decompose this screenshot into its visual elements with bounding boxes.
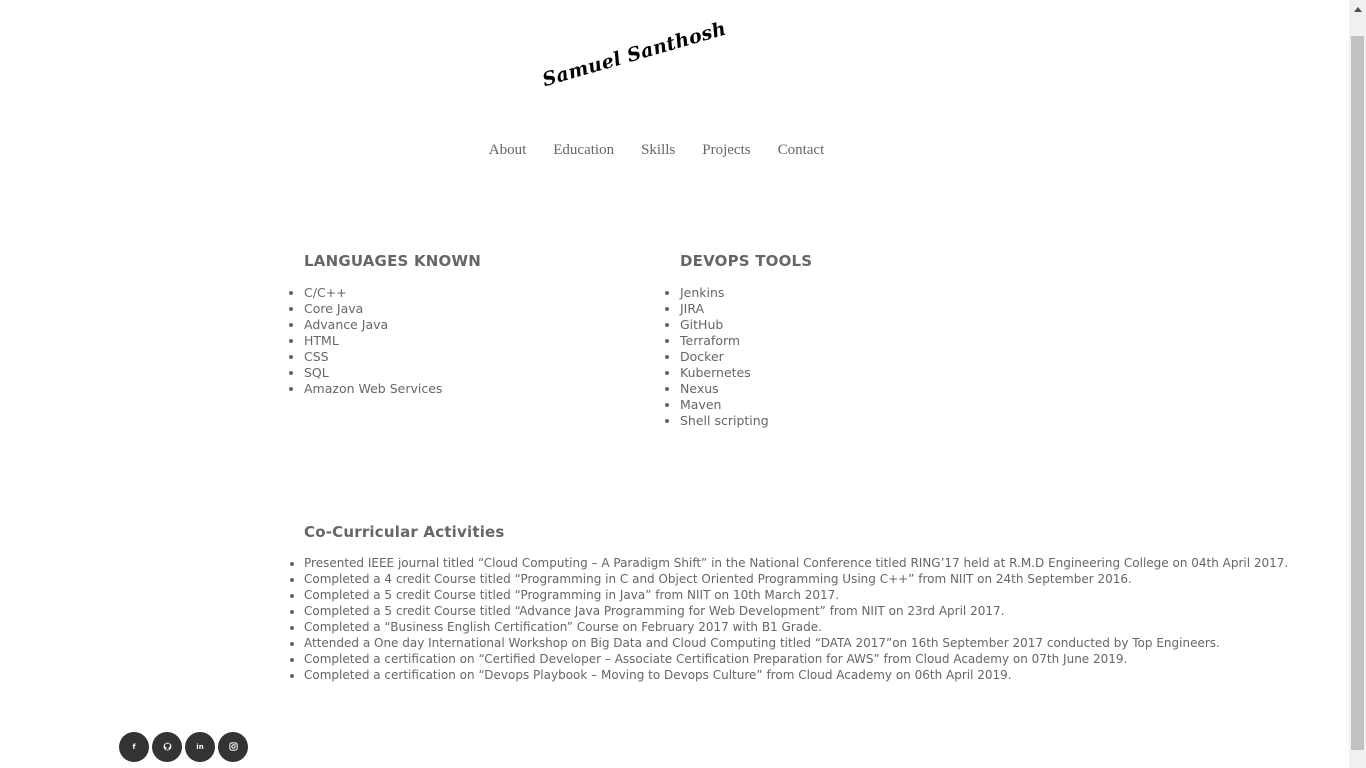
activities-title: Co-Curricular Activities bbox=[304, 523, 505, 541]
list-item: Shell scripting bbox=[680, 413, 769, 429]
list-item: Amazon Web Services bbox=[304, 381, 442, 397]
list-item: C/C++ bbox=[304, 285, 442, 301]
list-item: Completed a certification on “Devops Pla… bbox=[304, 667, 1288, 683]
list-item: HTML bbox=[304, 333, 442, 349]
list-item: SQL bbox=[304, 365, 442, 381]
list-item: Terraform bbox=[680, 333, 769, 349]
linkedin-icon: in bbox=[196, 743, 204, 751]
list-item: Completed a 5 credit Course titled “Prog… bbox=[304, 587, 1288, 603]
list-item: Kubernetes bbox=[680, 365, 769, 381]
scrollbar-thumb[interactable] bbox=[1351, 36, 1364, 750]
devops-list: Jenkins JIRA GitHub Terraform Docker Kub… bbox=[664, 285, 769, 429]
nav-about[interactable]: About bbox=[489, 142, 527, 159]
languages-list: C/C++ Core Java Advance Java HTML CSS SQ… bbox=[288, 285, 442, 397]
list-item: Completed a certification on “Certified … bbox=[304, 651, 1288, 667]
list-item: Completed a 5 credit Course titled “Adva… bbox=[304, 603, 1288, 619]
logo-signature: Samuel Santhosh bbox=[540, 17, 729, 92]
list-item: Jenkins bbox=[680, 285, 769, 301]
activities-list: Presented IEEE journal titled “Cloud Com… bbox=[288, 555, 1288, 683]
list-item: CSS bbox=[304, 349, 442, 365]
list-item: Presented IEEE journal titled “Cloud Com… bbox=[304, 555, 1288, 571]
nav-skills[interactable]: Skills bbox=[641, 142, 675, 159]
page: Samuel Santhosh About Education Skills P… bbox=[0, 0, 1349, 768]
nav-projects[interactable]: Projects bbox=[702, 142, 750, 159]
list-item: Completed a “Business English Certificat… bbox=[304, 619, 1288, 635]
list-item: Maven bbox=[680, 397, 769, 413]
list-item: Attended a One day International Worksho… bbox=[304, 635, 1288, 651]
list-item: GitHub bbox=[680, 317, 769, 333]
github-button[interactable] bbox=[152, 732, 182, 762]
linkedin-button[interactable]: in bbox=[185, 732, 215, 762]
languages-title: LANGUAGES KNOWN bbox=[304, 252, 481, 270]
list-item: Completed a 4 credit Course titled “Prog… bbox=[304, 571, 1288, 587]
list-item: Core Java bbox=[304, 301, 442, 317]
github-icon bbox=[163, 742, 172, 753]
list-item: JIRA bbox=[680, 301, 769, 317]
devops-title: DEVOPS TOOLS bbox=[680, 252, 813, 270]
vertical-scrollbar[interactable] bbox=[1349, 0, 1366, 768]
main-nav: About Education Skills Projects Contact bbox=[0, 142, 1313, 159]
facebook-button[interactable]: f bbox=[119, 732, 149, 762]
facebook-icon: f bbox=[132, 743, 136, 751]
social-links: f in bbox=[119, 732, 248, 762]
nav-contact[interactable]: Contact bbox=[778, 142, 825, 159]
list-item: Docker bbox=[680, 349, 769, 365]
instagram-button[interactable] bbox=[218, 732, 248, 762]
nav-education[interactable]: Education bbox=[553, 142, 614, 159]
scroll-up-arrow-icon[interactable] bbox=[1349, 0, 1366, 17]
list-item: Advance Java bbox=[304, 317, 442, 333]
list-item: Nexus bbox=[680, 381, 769, 397]
instagram-icon bbox=[228, 741, 238, 753]
